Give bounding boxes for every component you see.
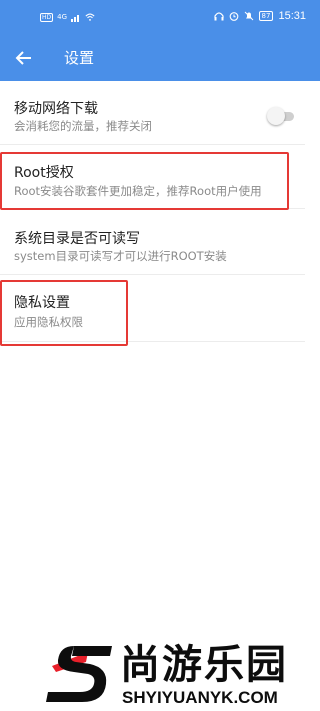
setting-privacy[interactable]: 隐私设置 应用隐私权限 xyxy=(0,279,305,342)
signal-icon xyxy=(71,15,80,22)
setting-subtitle: Root安装谷歌套件更加稳定，推荐Root用户使用 xyxy=(14,184,262,198)
setting-system-directory[interactable]: 系统目录是否可读写 system目录可读写才可以进行ROOT安装 xyxy=(0,214,305,275)
clock: 15:31 xyxy=(278,10,306,22)
setting-mobile-download[interactable]: 移动网络下载 会消耗您的流量，推荐关闭 xyxy=(0,88,305,145)
hd-badge: HD xyxy=(40,12,54,22)
toggle-knob xyxy=(267,107,285,125)
app-bar: 设置 xyxy=(0,36,320,81)
wifi-icon xyxy=(85,13,95,21)
setting-title: 系统目录是否可读写 xyxy=(14,231,140,247)
setting-root-authorization[interactable]: Root授权 Root安装谷歌套件更加稳定，推荐Root用户使用 xyxy=(0,150,305,209)
watermark-name: 尚游乐园 xyxy=(120,642,288,688)
watermark-url: SHYIYUANYK.COM xyxy=(122,688,278,707)
mobile-download-toggle[interactable] xyxy=(266,106,296,126)
setting-subtitle: system目录可读写才可以进行ROOT安装 xyxy=(14,249,227,263)
setting-title: Root授权 xyxy=(14,165,74,181)
headphones-icon xyxy=(213,12,224,21)
battery-icon: 87 xyxy=(258,11,274,21)
network-type: 4G xyxy=(57,13,68,21)
alarm-icon xyxy=(229,12,238,21)
status-bar: HD 4G 87 15:31 xyxy=(0,0,320,36)
watermark-logo-icon xyxy=(46,646,112,702)
status-left: HD 4G xyxy=(40,12,95,22)
setting-title: 隐私设置 xyxy=(14,295,70,311)
back-arrow-icon[interactable] xyxy=(12,46,36,70)
mute-bell-icon xyxy=(244,11,253,21)
status-right: 87 15:31 xyxy=(213,10,306,22)
watermark: 尚游乐园 SHYIYUANYK.COM xyxy=(0,640,320,711)
setting-subtitle: 会消耗您的流量，推荐关闭 xyxy=(14,119,152,133)
page-title: 设置 xyxy=(64,49,95,67)
setting-subtitle: 应用隐私权限 xyxy=(14,315,83,329)
setting-title: 移动网络下载 xyxy=(14,101,98,117)
battery-level: 87 xyxy=(261,12,271,20)
